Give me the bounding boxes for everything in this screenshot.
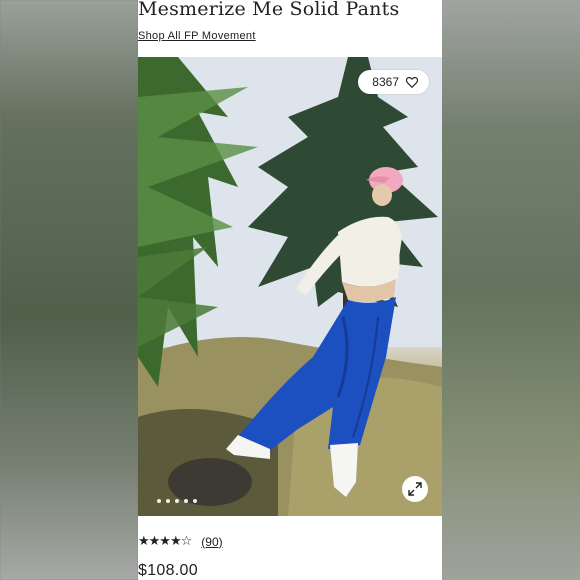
gallery-pagination <box>157 499 197 503</box>
product-photo-illustration <box>138 57 442 516</box>
rating-stars: ★★★★☆ <box>138 534 192 549</box>
gallery-dot[interactable] <box>175 499 179 503</box>
product-rating: ★★★★☆ (90) <box>138 534 223 549</box>
blurred-background-left <box>0 0 138 580</box>
product-card: Mesmerize Me Solid Pants Shop All FP Mov… <box>138 0 442 580</box>
product-title: Mesmerize Me Solid Pants <box>138 0 400 20</box>
blurred-background-right <box>442 0 580 580</box>
expand-arrows-icon <box>408 482 422 496</box>
gallery-dot[interactable] <box>166 499 170 503</box>
heart-icon <box>405 76 419 89</box>
like-button[interactable]: 8367 <box>358 70 429 94</box>
shop-all-link[interactable]: Shop All FP Movement <box>138 30 256 42</box>
product-image[interactable]: 8367 <box>138 57 442 516</box>
gallery-dot[interactable] <box>193 499 197 503</box>
expand-image-button[interactable] <box>402 476 428 502</box>
gallery-dot[interactable] <box>157 499 161 503</box>
gallery-dot[interactable] <box>184 499 188 503</box>
review-count-link[interactable]: (90) <box>201 535 222 549</box>
product-price: $108.00 <box>138 562 198 579</box>
like-count: 8367 <box>372 75 399 89</box>
